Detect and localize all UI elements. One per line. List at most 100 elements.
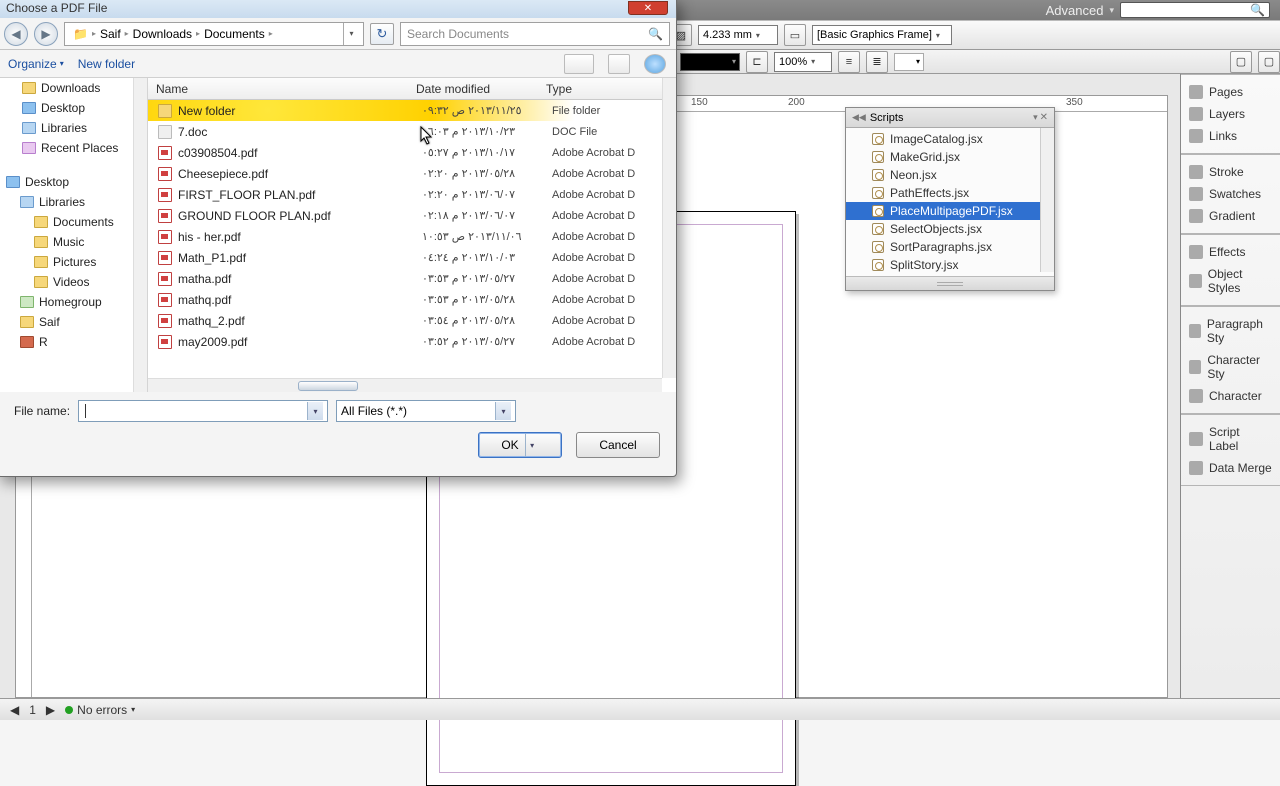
panel-layers[interactable]: Layers (1181, 103, 1280, 125)
list-scrollbar[interactable] (662, 78, 676, 378)
tree-recent[interactable]: Recent Places (0, 138, 147, 158)
filename-history-dropdown[interactable]: ▾ (307, 402, 323, 420)
file-row[interactable]: his - her.pdf ٢٠١٣/١١/٠٦ ص ١٠:٥٣ Adobe A… (148, 226, 676, 247)
panel-character[interactable]: Character (1181, 385, 1280, 407)
script-item[interactable]: PathEffects.jsx (846, 184, 1054, 202)
panel-gradient[interactable]: Gradient (1181, 205, 1280, 227)
file-type-filter[interactable]: All Files (*.*) ▾ (336, 400, 516, 422)
search-input[interactable]: Search Documents 🔍 (400, 22, 670, 46)
back-button[interactable]: ◀ (4, 22, 28, 46)
panel-effects[interactable]: Effects (1181, 241, 1280, 263)
file-row[interactable]: matha.pdf ٢٠١٣/٠٥/٢٧ م ٠٣:٥٣ Adobe Acrob… (148, 268, 676, 289)
file-row[interactable]: Cheesepiece.pdf ٢٠١٣/٠٥/٢٨ م ٠٢:٢٠ Adobe… (148, 163, 676, 184)
advanced-menu[interactable]: Advanced (1046, 3, 1104, 18)
tree-downloads[interactable]: Downloads (0, 78, 147, 98)
panel-close-icon[interactable]: ✕ (1040, 112, 1048, 123)
script-icon (872, 133, 884, 145)
text-frame-icon[interactable]: ▭ (784, 24, 806, 46)
preview-pane-button[interactable] (608, 54, 630, 74)
tree-desktop-root[interactable]: Desktop (0, 172, 147, 192)
measure-field[interactable]: 4.233 mm (698, 25, 778, 45)
align-b[interactable]: ≣ (866, 51, 888, 73)
organize-menu[interactable]: Organize▾ (8, 57, 64, 71)
list-hscrollbar[interactable] (148, 378, 662, 392)
script-item[interactable]: SelectObjects.jsx (846, 220, 1054, 238)
tree-pictures[interactable]: Pictures (0, 252, 147, 272)
scripts-panel[interactable]: ◀◀ Scripts ▾✕ ImageCatalog.jsxMakeGrid.j… (845, 107, 1055, 291)
align-a[interactable]: ≡ (838, 51, 860, 73)
tree-scrollbar[interactable] (133, 78, 147, 392)
tree-desktop[interactable]: Desktop (0, 98, 147, 118)
panel-data-merge[interactable]: Data Merge (1181, 457, 1280, 479)
panel-stroke[interactable]: Stroke (1181, 161, 1280, 183)
crumb-saif[interactable]: Saif (96, 27, 125, 41)
file-row[interactable]: New folder ٢٠١٣/١١/٢٥ ص ٠٩:٣٢ File folde… (148, 100, 676, 121)
panel-character-sty[interactable]: Character Sty (1181, 349, 1280, 385)
file-row[interactable]: mathq.pdf ٢٠١٣/٠٥/٢٨ م ٠٣:٥٣ Adobe Acrob… (148, 289, 676, 310)
file-row[interactable]: FIRST_FLOOR PLAN.pdf ٢٠١٣/٠٦/٠٧ م ٠٢:٢٠ … (148, 184, 676, 205)
new-folder-button[interactable]: New folder (78, 57, 135, 71)
tree-libraries2[interactable]: Libraries (0, 192, 147, 212)
panel-swatches[interactable]: Swatches (1181, 183, 1280, 205)
view-mode-button[interactable] (564, 54, 594, 74)
breadcrumb[interactable]: 📁 ▸ Saif ▸ Downloads ▸ Documents ▸ ▾ (64, 22, 364, 46)
forward-button[interactable]: ▶ (34, 22, 58, 46)
filter-dropdown[interactable]: ▾ (495, 402, 511, 420)
page-indicator[interactable]: 1 (29, 703, 36, 717)
tree-r[interactable]: R (0, 332, 147, 352)
file-row[interactable]: c03908504.pdf ٢٠١٣/١٠/١٧ م ٠٥:٢٧ Adobe A… (148, 142, 676, 163)
panel-paragraph-sty[interactable]: Paragraph Sty (1181, 313, 1280, 349)
cancel-button[interactable]: Cancel (576, 432, 660, 458)
crumb-dropdown[interactable]: ▾ (343, 23, 359, 45)
collapse-icon[interactable]: ◀◀ (852, 112, 866, 123)
line-style[interactable]: ▾ (894, 53, 924, 71)
script-item[interactable]: PlaceMultipagePDF.jsx (846, 202, 1054, 220)
scripts-tab[interactable]: Scripts (870, 112, 904, 124)
file-row[interactable]: GROUND FLOOR PLAN.pdf ٢٠١٣/٠٦/٠٧ م ٠٢:١٨… (148, 205, 676, 226)
panel-grip[interactable] (937, 282, 963, 286)
scripts-scrollbar[interactable] (1040, 128, 1054, 272)
file-row[interactable]: 7.doc ٢٠١٣/١٠/٢٣ م ٠٦:٠٣ DOC File (148, 121, 676, 142)
column-headers[interactable]: Name Date modified Type (148, 78, 676, 100)
script-item[interactable]: MakeGrid.jsx (846, 148, 1054, 166)
col-date[interactable]: Date modified (408, 82, 538, 96)
file-row[interactable]: may2009.pdf ٢٠١٣/٠٥/٢٧ م ٠٣:٥٢ Adobe Acr… (148, 331, 676, 352)
tree-documents[interactable]: Documents (0, 212, 147, 232)
tree-videos[interactable]: Videos (0, 272, 147, 292)
misc-b[interactable]: ▢ (1258, 51, 1280, 73)
panel-min-icon[interactable]: ▾ (1033, 112, 1038, 123)
preflight-status[interactable]: No errors▾ (65, 703, 135, 717)
help-button[interactable] (644, 54, 666, 74)
filename-input[interactable]: ▾ (78, 400, 328, 422)
panel-pages[interactable]: Pages (1181, 81, 1280, 103)
misc-a[interactable]: ▢ (1230, 51, 1252, 73)
file-list[interactable]: Name Date modified Type New folder ٢٠١٣/… (148, 78, 676, 392)
ok-button[interactable]: OK▾ (478, 432, 562, 458)
col-name[interactable]: Name (148, 82, 408, 96)
tree-libraries[interactable]: Libraries (0, 118, 147, 138)
nav-tree[interactable]: Downloads Desktop Libraries Recent Place… (0, 78, 148, 392)
close-button[interactable]: ✕ (628, 1, 668, 15)
cap-a[interactable]: ⊏ (746, 51, 768, 73)
tree-homegroup[interactable]: Homegroup (0, 292, 147, 312)
zoom-field[interactable]: 100% (774, 52, 832, 72)
crumb-downloads[interactable]: Downloads (129, 27, 196, 41)
script-item[interactable]: ImageCatalog.jsx (846, 130, 1054, 148)
script-item[interactable]: SortParagraphs.jsx (846, 238, 1054, 256)
script-item[interactable]: SplitStory.jsx (846, 256, 1054, 274)
dialog-titlebar[interactable]: Choose a PDF File ✕ (0, 0, 676, 18)
col-type[interactable]: Type (538, 82, 676, 96)
tree-saif[interactable]: Saif (0, 312, 147, 332)
panel-object-styles[interactable]: Object Styles (1181, 263, 1280, 299)
panel-links[interactable]: Links (1181, 125, 1280, 147)
crumb-documents[interactable]: Documents (200, 27, 269, 41)
refresh-button[interactable]: ↻ (370, 23, 394, 45)
file-row[interactable]: Math_P1.pdf ٢٠١٣/١٠/٠٣ م ٠٤:٢٤ Adobe Acr… (148, 247, 676, 268)
fill-swatch[interactable] (680, 53, 740, 71)
file-row[interactable]: mathq_2.pdf ٢٠١٣/٠٥/٢٨ م ٠٣:٥٤ Adobe Acr… (148, 310, 676, 331)
panel-script-label[interactable]: Script Label (1181, 421, 1280, 457)
script-item[interactable]: Neon.jsx (846, 166, 1054, 184)
object-style-combo[interactable]: [Basic Graphics Frame] (812, 25, 952, 45)
tree-music[interactable]: Music (0, 232, 147, 252)
app-search[interactable]: 🔍 (1120, 2, 1270, 18)
